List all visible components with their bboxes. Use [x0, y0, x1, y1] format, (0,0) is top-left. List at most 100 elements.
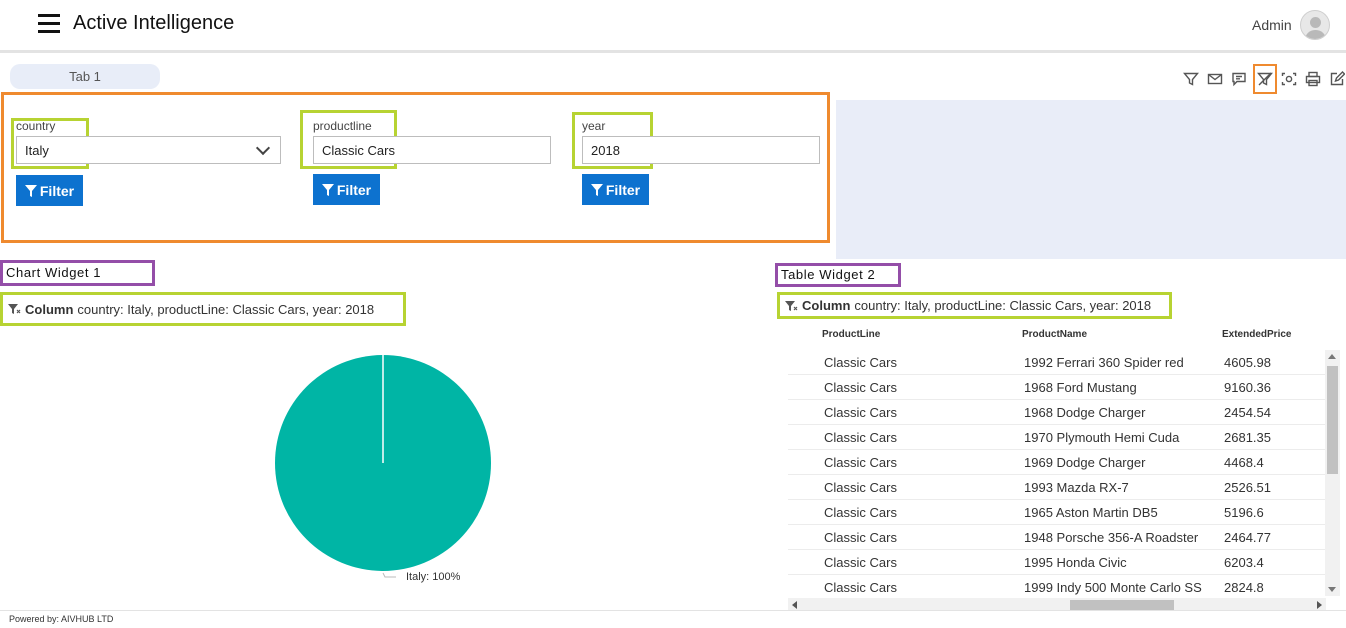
mail-icon[interactable]	[1204, 68, 1226, 90]
vertical-scrollbar[interactable]	[1325, 350, 1340, 596]
country-value: Italy	[25, 143, 49, 158]
edit-icon[interactable]	[1326, 68, 1346, 90]
country-label: country	[16, 119, 56, 133]
table-filter-text: country: Italy, productLine: Classic Car…	[854, 298, 1152, 313]
funnel-icon	[24, 184, 37, 197]
table-cell: 2454.54	[1224, 405, 1271, 420]
scroll-up-icon[interactable]	[1328, 354, 1336, 359]
pie-chart: Italy: 100%	[260, 340, 520, 600]
table-row[interactable]: Classic Cars 1999 Indy 500 Monte Carlo SS…	[788, 575, 1326, 600]
table-cell: 1965 Aston Martin DB5	[1024, 505, 1158, 520]
scroll-down-icon[interactable]	[1328, 587, 1336, 592]
table-row[interactable]: Classic Cars 1995 Honda Civic 6203.4	[788, 550, 1326, 575]
pie-data-label: Italy: 100%	[406, 571, 461, 583]
productline-input[interactable]: Classic Cars	[313, 136, 551, 164]
table-cell: 1968 Ford Mustang	[1024, 380, 1137, 395]
country-select[interactable]: Italy	[16, 136, 281, 164]
table-cell: 2824.8	[1224, 580, 1264, 595]
header-divider	[0, 50, 1346, 53]
table-cell: 4468.4	[1224, 455, 1264, 470]
horizontal-scroll-thumb[interactable]	[1070, 600, 1174, 610]
table-widget-title: Table Widget 2	[775, 263, 901, 287]
productline-label: productline	[313, 119, 372, 133]
avatar[interactable]	[1300, 10, 1330, 40]
table-cell: Classic Cars	[824, 580, 897, 595]
footer: Powered by: AIVHUB LTD	[0, 610, 1346, 628]
table-row[interactable]: Classic Cars 1968 Ford Mustang 9160.36	[788, 375, 1326, 400]
table-cell: 1970 Plymouth Hemi Cuda	[1024, 430, 1180, 445]
table-cell: 1993 Mazda RX-7	[1024, 480, 1129, 495]
table-cell: 1948 Porsche 356-A Roadster	[1024, 530, 1199, 545]
table-cell: 2464.77	[1224, 530, 1271, 545]
table-cell: Classic Cars	[824, 405, 897, 420]
filter-panel	[1, 92, 830, 243]
table-cell: Classic Cars	[824, 355, 897, 370]
column-header-productline[interactable]: ProductLine	[822, 329, 880, 340]
column-header-extendedprice[interactable]: ExtendedPrice	[1222, 329, 1291, 340]
country-filter-button[interactable]: Filter	[16, 175, 83, 206]
table-filter-kind: Column	[802, 298, 851, 313]
table-cell: Classic Cars	[824, 430, 897, 445]
table-row[interactable]: Classic Cars 1969 Dodge Charger 4468.4	[788, 450, 1326, 475]
pie-label-connector	[382, 572, 396, 578]
chart-filter-info: Column country: Italy, productLine: Clas…	[0, 292, 406, 326]
table-cell: 1968 Dodge Charger	[1024, 405, 1146, 420]
table-row[interactable]: Classic Cars 1992 Ferrari 360 Spider red 4…	[788, 350, 1326, 375]
chart-widget-title: Chart Widget 1	[0, 260, 155, 286]
tab-1[interactable]: Tab 1	[10, 64, 160, 89]
year-input[interactable]: 2018	[582, 136, 820, 164]
year-label: year	[582, 119, 606, 133]
footer-text: Powered by: AIVHUB LTD	[9, 614, 114, 624]
table-header: ProductLine ProductName ExtendedPrice	[788, 320, 1326, 350]
filter-button-label: Filter	[336, 181, 372, 198]
filter-applied-icon	[785, 300, 798, 311]
vertical-scroll-thumb[interactable]	[1327, 366, 1338, 474]
print-icon[interactable]	[1302, 68, 1324, 90]
table-cell: Classic Cars	[824, 555, 897, 570]
funnel-icon	[321, 183, 334, 196]
table-cell: 9160.36	[1224, 380, 1271, 395]
table-row[interactable]: Classic Cars 1993 Mazda RX-7 2526.51	[788, 475, 1326, 500]
table-row[interactable]: Classic Cars 1948 Porsche 356-A Roadster 2…	[788, 525, 1326, 550]
funnel-icon	[590, 183, 603, 196]
table-cell: 1999 Indy 500 Monte Carlo SS	[1024, 580, 1202, 595]
filter-applied-icon	[8, 304, 21, 314]
scroll-left-icon[interactable]	[792, 601, 797, 609]
empty-widget-area	[836, 100, 1346, 259]
app-title: Active Intelligence	[73, 12, 235, 34]
table-row[interactable]: Classic Cars 1965 Aston Martin DB5 5196.6	[788, 500, 1326, 525]
menu-icon[interactable]	[38, 14, 60, 34]
table-cell: 5196.6	[1224, 505, 1264, 520]
table-cell: Classic Cars	[824, 505, 897, 520]
filter-button-label: Filter	[39, 182, 75, 199]
clear-filter-icon[interactable]	[1253, 64, 1277, 94]
table-row[interactable]: Classic Cars 1970 Plymouth Hemi Cuda 2681.…	[788, 425, 1326, 450]
comment-icon[interactable]	[1228, 68, 1250, 90]
table-cell: Classic Cars	[824, 480, 897, 495]
year-filter-button[interactable]: Filter	[582, 174, 649, 205]
table-row[interactable]: Classic Cars 1968 Dodge Charger 2454.54	[788, 400, 1326, 425]
table-cell: Classic Cars	[824, 380, 897, 395]
filter-button-label: Filter	[605, 181, 641, 198]
table-cell: Classic Cars	[824, 455, 897, 470]
scroll-right-icon[interactable]	[1317, 601, 1322, 609]
table-cell: 4605.98	[1224, 355, 1271, 370]
user-name[interactable]: Admin	[1252, 17, 1292, 33]
data-table: ProductLine ProductName ExtendedPrice Cl…	[788, 320, 1342, 612]
table-cell: 1995 Honda Civic	[1024, 555, 1127, 570]
chart-filter-text: country: Italy, productLine: Classic Car…	[77, 301, 375, 317]
table-cell: 6203.4	[1224, 555, 1264, 570]
column-header-productname[interactable]: ProductName	[1022, 329, 1087, 340]
filter-icon[interactable]	[1180, 68, 1202, 90]
table-cell: 1969 Dodge Charger	[1024, 455, 1146, 470]
app-header: Active Intelligence Admin	[0, 0, 1346, 50]
chevron-down-icon	[255, 140, 271, 156]
table-filter-info: Column country: Italy, productLine: Clas…	[777, 292, 1172, 319]
table-cell: 2526.51	[1224, 480, 1271, 495]
chart-filter-kind: Column	[25, 301, 74, 317]
table-cell: Classic Cars	[824, 530, 897, 545]
productline-filter-button[interactable]: Filter	[313, 174, 380, 205]
table-cell: 1992 Ferrari 360 Spider red	[1024, 355, 1184, 370]
table-cell: 2681.35	[1224, 430, 1271, 445]
screenshot-icon[interactable]	[1278, 68, 1300, 90]
